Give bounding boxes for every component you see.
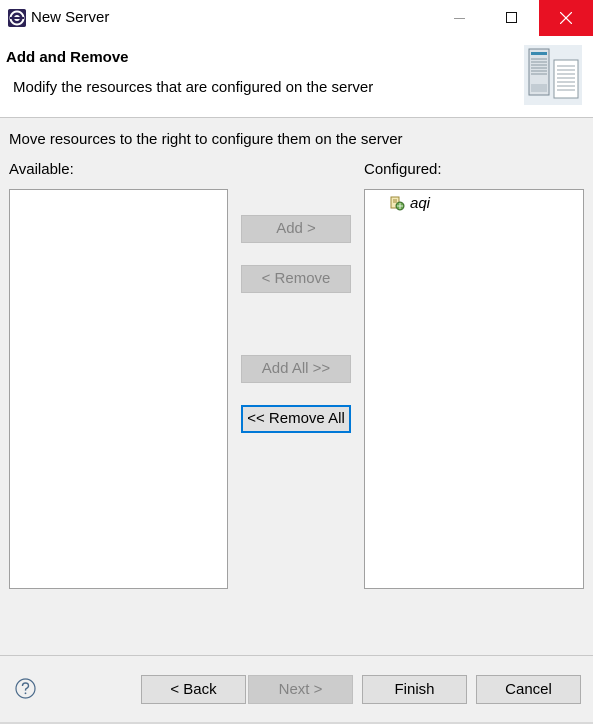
close-icon <box>560 12 572 24</box>
window-title: New Server <box>31 9 110 26</box>
minimize-button[interactable] <box>432 0 486 36</box>
title-bar: New Server <box>0 0 593 36</box>
server-wizard-graphic <box>524 45 582 105</box>
cancel-button[interactable]: Cancel <box>476 675 581 704</box>
back-button[interactable]: < Back <box>141 675 246 704</box>
help-icon[interactable] <box>15 678 36 699</box>
configured-item-label: aqi <box>410 195 431 212</box>
add-all-button[interactable]: Add All >> <box>241 355 351 383</box>
close-button[interactable] <box>539 0 593 36</box>
footer-separator <box>0 655 593 656</box>
remove-all-button[interactable]: << Remove All <box>241 405 351 433</box>
web-module-icon <box>390 196 405 211</box>
add-button[interactable]: Add > <box>241 215 351 243</box>
remove-button[interactable]: < Remove <box>241 265 351 293</box>
finish-button[interactable]: Finish <box>362 675 467 704</box>
page-description: Modify the resources that are configured… <box>13 79 374 96</box>
wizard-header: Add and Remove Modify the resources that… <box>0 36 593 118</box>
available-label: Available: <box>9 161 74 178</box>
instruction-text: Move resources to the right to configure… <box>9 131 403 148</box>
maximize-button[interactable] <box>486 0 540 36</box>
eclipse-app-icon <box>8 9 26 27</box>
available-list[interactable] <box>9 189 228 589</box>
configured-label: Configured: <box>364 161 442 178</box>
page-title: Add and Remove <box>6 49 129 66</box>
configured-list[interactable]: aqi <box>364 189 584 589</box>
next-button[interactable]: Next > <box>248 675 353 704</box>
